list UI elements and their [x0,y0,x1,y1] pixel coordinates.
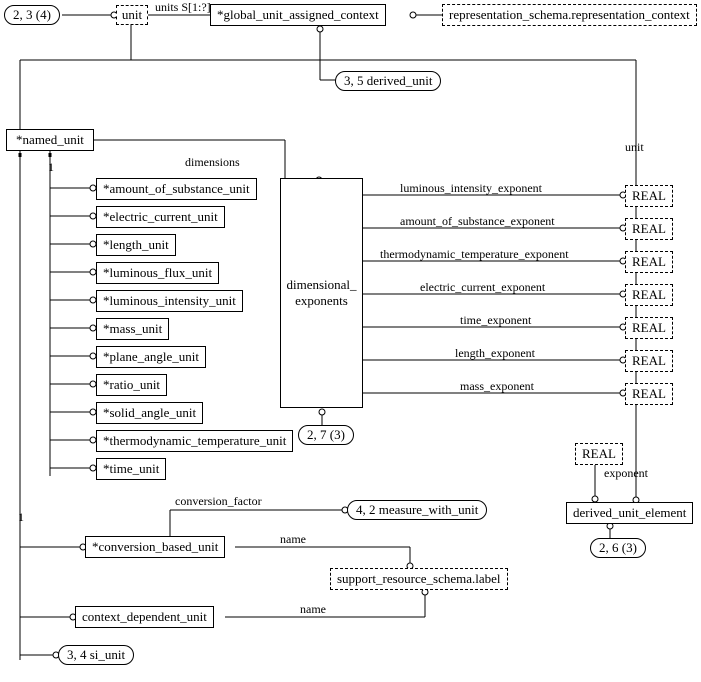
representation-schema-representation-context: representation_schema.representation_con… [442,4,697,26]
page-ref-derived-unit: 3, 5 derived_unit [335,71,441,91]
dimensions-label: dimensions [185,155,240,170]
page-ref-measure-with-unit: 4, 2 measure_with_unit [347,500,487,520]
named-unit: *named_unit [6,129,94,151]
units-s-label: units S[1:?] [155,0,211,15]
exp-luminous-intensity: luminous_intensity_exponent [400,181,542,196]
context-dependent-unit: context_dependent_unit [75,606,214,628]
conversion-based-unit: *conversion_based_unit [85,536,225,558]
exp-length: length_exponent [455,346,535,361]
luminous-flux-unit: *luminous_flux_unit [96,262,219,284]
exp-mass: mass_exponent [460,379,534,394]
amount-of-substance-unit: *amount_of_substance_unit [96,178,257,200]
name-label-a: name [280,532,306,547]
real-5: REAL [625,317,673,339]
inherit-one-a: 1 [48,160,54,175]
page-ref-si-unit: 3, 4 si_unit [58,645,134,665]
unit-select-box: unit [116,5,148,25]
page-ref-2-6-3: 2, 6 (3) [590,538,646,558]
support-resource-schema-label: support_resource_schema.label [330,568,508,590]
exp-thermodynamic-temperature: thermodynamic_temperature_exponent [380,247,569,262]
exp-amount-of-substance: amount_of_substance_exponent [400,214,555,229]
real-1: REAL [625,185,673,207]
real-4: REAL [625,284,673,306]
exponent-label: exponent [604,466,648,481]
electric-current-unit: *electric_current_unit [96,206,225,228]
real-6: REAL [625,350,673,372]
page-ref-2-3-4: 2, 3 (4) [4,5,60,25]
mass-unit: *mass_unit [96,318,169,340]
exp-electric-current: electric_current_exponent [420,280,545,295]
real-exponent: REAL [575,443,623,465]
page-ref-2-7-3: 2, 7 (3) [298,425,354,445]
plane-angle-unit: *plane_angle_unit [96,346,206,368]
inherit-one-b: 1 [18,510,24,525]
real-2: REAL [625,218,673,240]
unit-role-label: unit [625,140,644,155]
length-unit: *length_unit [96,234,176,256]
exp-time: time_exponent [460,313,531,328]
real-3: REAL [625,251,673,273]
derived-unit-element: derived_unit_element [566,502,693,524]
dimensional-exponents: dimensional_ exponents [280,178,363,408]
luminous-intensity-unit: *luminous_intensity_unit [96,290,243,312]
global-unit-assigned-context: *global_unit_assigned_context [210,4,386,26]
conversion-factor-label: conversion_factor [175,494,262,509]
thermodynamic-temperature-unit: *thermodynamic_temperature_unit [96,430,293,452]
ratio-unit: *ratio_unit [96,374,167,396]
name-label-b: name [300,602,326,617]
solid-angle-unit: *solid_angle_unit [96,402,203,424]
real-7: REAL [625,383,673,405]
time-unit: *time_unit [96,458,166,480]
